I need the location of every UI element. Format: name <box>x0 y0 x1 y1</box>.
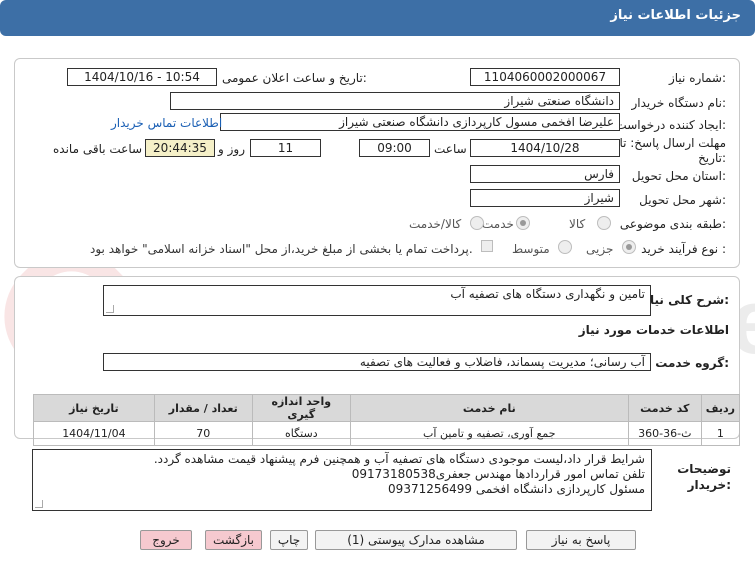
province-field: فارس <box>470 165 620 183</box>
process-medium-radio[interactable] <box>558 240 572 254</box>
days-field: 11 <box>250 139 321 157</box>
city-label: شهر محل تحویل: <box>639 193 726 207</box>
buyer-notes-label: توضیحات <box>677 462 731 476</box>
need-info-panel <box>14 58 740 268</box>
buyer-notes-line: مسئول کارپردازی دانشگاه افخمی 0937125649… <box>388 482 645 496</box>
col-header-service-name: نام خدمت <box>349 394 629 422</box>
days-label: روز و <box>218 142 245 156</box>
process-medium-label: متوسط <box>512 242 550 256</box>
service-group-field: آب رسانی؛ مدیریت پسماند، فاضلاب و فعالیت… <box>103 353 651 371</box>
table-header-row: ردیف کد خدمت نام خدمت واحد اندازه گیری ت… <box>33 394 741 422</box>
services-section-title: اطلاعات خدمات مورد نیاز <box>578 323 729 337</box>
remaining-time-field: 20:44:35 <box>145 139 215 157</box>
announce-field: 1404/10/16 - 10:54 <box>67 68 217 86</box>
deadline-label: مهلت ارسال پاسخ: تا <box>619 136 726 150</box>
buyer-org-field: دانشگاه صنعتی شیراز <box>170 92 620 110</box>
cell-unit: دستگاه <box>251 421 351 446</box>
buyer-notes-line: شرایط قرار داد،لیست موجودی دستگاه های تص… <box>153 452 645 466</box>
category-service-label: خدمت <box>482 217 514 231</box>
col-header-quantity: تعداد / مقدار <box>153 394 253 422</box>
deadline-time-field: 09:00 <box>359 139 430 157</box>
remaining-label: ساعت باقی مانده <box>53 142 143 156</box>
col-header-unit: واحد اندازه گیری <box>251 394 351 422</box>
summary-field: تامین و نگهداری دستگاه های تصفیه آب <box>103 285 651 316</box>
need-number-label: شماره نیاز: <box>668 71 726 85</box>
process-minor-radio[interactable] <box>622 240 636 254</box>
page-header: جزئیات اطلاعات نیاز <box>0 0 755 36</box>
category-goods-label: کالا <box>569 217 586 231</box>
col-header-need-date: تاریخ نیاز <box>33 394 155 422</box>
buyer-notes-label-2: خریدار: <box>687 478 731 492</box>
category-goods-radio[interactable] <box>597 216 611 230</box>
category-label: طبقه بندی موضوعی: <box>619 217 726 231</box>
view-attachments-button[interactable]: مشاهده مدارک پیوستی (1) <box>315 530 517 550</box>
time-label: ساعت <box>434 142 467 156</box>
process-minor-label: جزیی <box>586 242 614 256</box>
reply-button[interactable]: پاسخ به نیاز <box>526 530 636 550</box>
resize-handle-icon[interactable] <box>106 305 114 313</box>
page-title: جزئیات اطلاعات نیاز <box>610 8 741 23</box>
buyer-org-label: نام دستگاه خریدار: <box>631 96 727 110</box>
need-number-field: 1104060002000067 <box>470 68 620 86</box>
category-goods-service-label: کالا/خدمت <box>409 217 462 231</box>
treasury-payment-text: پرداخت تمام یا بخشی از مبلغ خرید،از محل … <box>90 242 473 256</box>
creator-label: ایجاد کننده درخواست: <box>615 118 726 132</box>
resize-handle-icon[interactable] <box>35 500 43 508</box>
services-table: ردیف کد خدمت نام خدمت واحد اندازه گیری ت… <box>33 394 741 446</box>
city-field: شیراز <box>470 189 620 207</box>
buyer-notes-field: شرایط قرار داد،لیست موجودی دستگاه های تص… <box>32 449 652 511</box>
treasury-payment-checkbox[interactable] <box>481 240 493 252</box>
table-row: 1 ث-36-360 جمع آوری، تصفیه و تامین آب دس… <box>33 421 741 446</box>
category-goods-service-radio[interactable] <box>470 216 484 230</box>
deadline-label-2: تاریخ: <box>698 151 726 165</box>
cell-need-date: 1404/11/04 <box>33 421 155 446</box>
cell-service-name: جمع آوری، تصفیه و تامین آب <box>349 421 629 446</box>
summary-label: شرح کلی نیاز: <box>643 293 729 307</box>
back-button[interactable]: بازگشت <box>205 530 262 550</box>
print-button[interactable]: چاپ <box>270 530 308 550</box>
category-service-radio[interactable] <box>516 216 530 230</box>
announce-label: تاریخ و ساعت اعلان عمومی: <box>222 71 367 85</box>
creator-field: علیرضا افخمی مسول کارپردازی دانشگاه صنعت… <box>220 113 620 131</box>
contact-buyer-link[interactable]: اطلاعات تماس خریدار <box>111 116 222 130</box>
service-group-label: گروه خدمت: <box>655 356 729 370</box>
cell-service-code: ث-36-360 <box>627 421 702 446</box>
cell-row-number: 1 <box>700 421 741 446</box>
cell-quantity: 70 <box>153 421 253 446</box>
col-header-row-number: ردیف <box>700 394 741 422</box>
buyer-notes-line: تلفن تماس امور قراردادها مهندس جعفری0917… <box>351 467 645 481</box>
col-header-service-code: کد خدمت <box>627 394 702 422</box>
exit-button[interactable]: خروج <box>140 530 192 550</box>
deadline-date-field: 1404/10/28 <box>470 139 620 157</box>
process-label: نوع فرآیند خرید : <box>641 242 726 256</box>
province-label: استان محل تحویل: <box>631 169 726 183</box>
